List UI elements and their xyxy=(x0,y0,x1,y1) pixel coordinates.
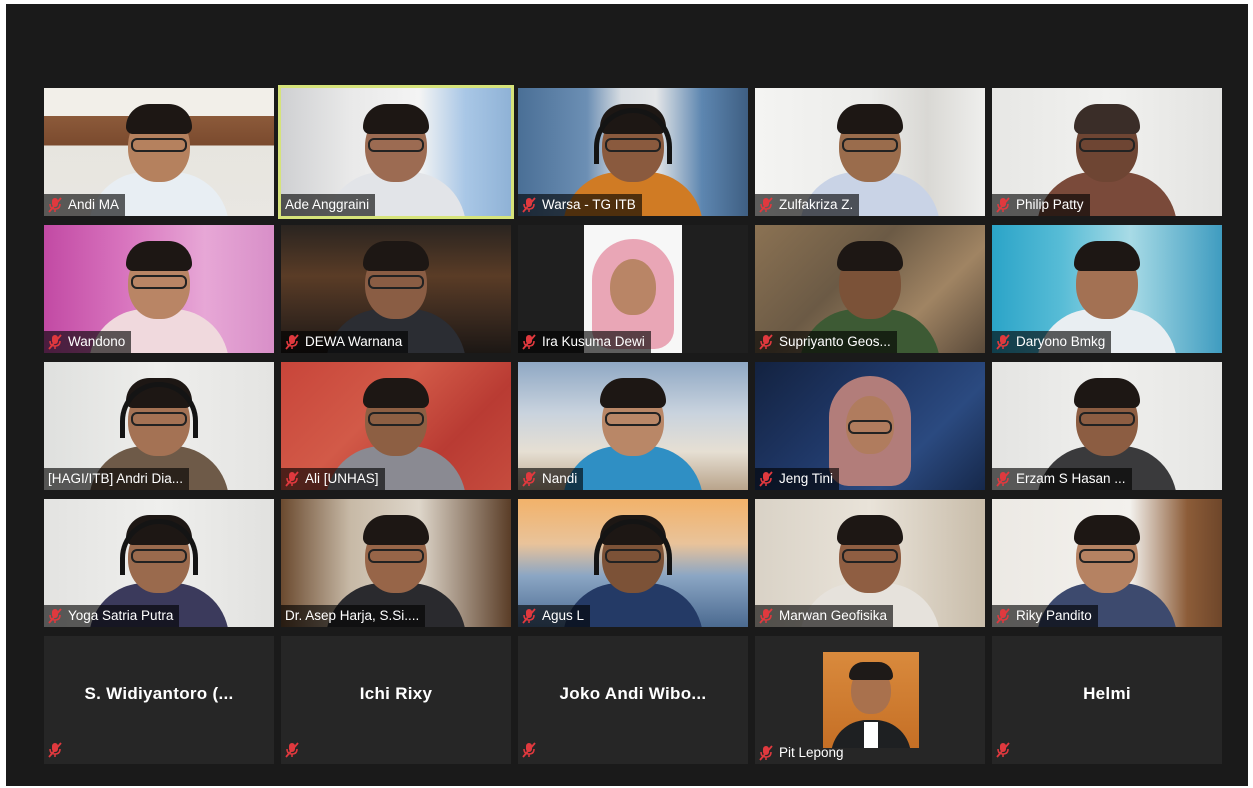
participant-name-tag: Nandi xyxy=(518,468,584,490)
participant-name: Wandono xyxy=(68,334,126,349)
participant-name-tag: Pit Lepong xyxy=(755,742,850,764)
participant-name-tag: Ali [UNHAS] xyxy=(281,468,385,490)
participant-tile-video-off[interactable]: S. Widiyantoro (... xyxy=(44,636,274,764)
microphone-muted-icon xyxy=(48,742,62,758)
participant-name-tag: Zulfakriza Z. xyxy=(755,194,860,216)
participant-tile[interactable]: Wandono xyxy=(44,225,274,353)
participant-name: Erzam S Hasan ... xyxy=(1016,471,1126,486)
avatar xyxy=(823,652,919,748)
microphone-muted-icon xyxy=(759,608,773,624)
participant-tile[interactable]: Warsa - TG ITB xyxy=(518,88,748,216)
participant-name-tag: Ira Kusuma Dewi xyxy=(518,331,651,353)
participant-name: Daryono Bmkg xyxy=(1016,334,1106,349)
participant-tile[interactable]: Agus L xyxy=(518,499,748,627)
microphone-muted-icon xyxy=(996,742,1010,758)
participant-name-tag: [HAGI/ITB] Andri Dia... xyxy=(44,468,190,490)
microphone-muted-icon xyxy=(48,608,62,624)
participant-tile[interactable]: Daryono Bmkg xyxy=(992,225,1222,353)
microphone-muted-icon xyxy=(996,608,1010,624)
participant-name: Warsa - TG ITB xyxy=(542,197,636,212)
participant-name-tag: Jeng Tini xyxy=(755,468,840,490)
participant-name: Supriyanto Geos... xyxy=(779,334,891,349)
participant-tile[interactable]: Philip Patty xyxy=(992,88,1222,216)
participant-name: S. Widiyantoro (... xyxy=(84,684,234,703)
microphone-muted-icon xyxy=(996,471,1010,487)
participant-name-tag: Andi MA xyxy=(44,194,126,216)
microphone-muted-icon xyxy=(48,334,62,350)
participant-tile[interactable]: Ali [UNHAS] xyxy=(281,362,511,490)
participant-name: Dr. Asep Harja, S.Si.... xyxy=(285,608,420,623)
participant-name: Riky Pandito xyxy=(1016,608,1092,623)
participant-name: Nandi xyxy=(542,471,578,486)
participant-tile-active-speaker[interactable]: Ade Anggraini xyxy=(278,85,514,219)
microphone-muted-icon xyxy=(522,608,536,624)
participant-name: Ichi Rixy xyxy=(359,684,433,703)
participant-name-tag: Philip Patty xyxy=(992,194,1090,216)
participant-name-tag: Agus L xyxy=(518,605,591,627)
participant-tile[interactable]: Zulfakriza Z. xyxy=(755,88,985,216)
participant-tile[interactable]: [HAGI/ITB] Andri Dia... xyxy=(44,362,274,490)
participant-name: Ade Anggraini xyxy=(285,197,370,212)
participant-name: Zulfakriza Z. xyxy=(779,197,854,212)
microphone-muted-icon xyxy=(759,334,773,350)
participant-name-tag: Wandono xyxy=(44,331,132,353)
microphone-muted-icon xyxy=(996,197,1010,213)
participant-name: Joko Andi Wibo... xyxy=(559,684,707,703)
participant-name-tag: Daryono Bmkg xyxy=(992,331,1112,353)
participant-name: Agus L xyxy=(542,608,585,623)
participant-name: DEWA Warnana xyxy=(305,334,403,349)
participant-name-tag: Warsa - TG ITB xyxy=(518,194,642,216)
participant-name-tag: DEWA Warnana xyxy=(281,331,409,353)
participant-name: Ali [UNHAS] xyxy=(305,471,379,486)
participant-name-tag: Dr. Asep Harja, S.Si.... xyxy=(281,605,426,627)
participant-tile[interactable]: Erzam S Hasan ... xyxy=(992,362,1222,490)
participant-name: Philip Patty xyxy=(1016,197,1084,212)
participant-tile[interactable]: Jeng Tini xyxy=(755,362,985,490)
participant-tile[interactable]: Andi MA xyxy=(44,88,274,216)
participant-name: Jeng Tini xyxy=(779,471,834,486)
participant-name: Ira Kusuma Dewi xyxy=(542,334,645,349)
microphone-muted-icon xyxy=(759,197,773,213)
microphone-muted-icon xyxy=(759,471,773,487)
microphone-muted-icon xyxy=(996,334,1010,350)
participant-tile[interactable]: Dr. Asep Harja, S.Si.... xyxy=(281,499,511,627)
participant-tile[interactable]: Ira Kusuma Dewi xyxy=(518,225,748,353)
participant-name: [HAGI/ITB] Andri Dia... xyxy=(48,471,184,486)
microphone-muted-icon xyxy=(522,197,536,213)
microphone-muted-icon xyxy=(522,471,536,487)
participant-tile-video-off[interactable]: Joko Andi Wibo... xyxy=(518,636,748,764)
participant-name-tag: Yoga Satria Putra xyxy=(44,605,180,627)
participant-name: Helmi xyxy=(1083,684,1131,703)
participant-tile[interactable]: Riky Pandito xyxy=(992,499,1222,627)
participant-name-tag: Marwan Geofisika xyxy=(755,605,894,627)
meeting-gallery-view: Andi MA Ade Anggraini Warsa - TG ITB Zul… xyxy=(6,4,1248,786)
participant-name: Pit Lepong xyxy=(779,745,844,760)
participant-tile[interactable]: Supriyanto Geos... xyxy=(755,225,985,353)
participant-tile-video-off[interactable]: Ichi Rixy xyxy=(281,636,511,764)
participant-name-tag: Supriyanto Geos... xyxy=(755,331,897,353)
participant-tile-video-off[interactable]: Helmi xyxy=(992,636,1222,764)
participant-name-tag: Riky Pandito xyxy=(992,605,1098,627)
participant-tile[interactable]: DEWA Warnana xyxy=(281,225,511,353)
participant-name-tag: Erzam S Hasan ... xyxy=(992,468,1132,490)
participant-name: Andi MA xyxy=(68,197,120,212)
participant-name: Marwan Geofisika xyxy=(779,608,888,623)
microphone-muted-icon xyxy=(285,742,299,758)
participant-name-tag: Ade Anggraini xyxy=(281,194,376,216)
microphone-muted-icon xyxy=(48,197,62,213)
microphone-muted-icon xyxy=(522,334,536,350)
participant-name: Yoga Satria Putra xyxy=(68,608,174,623)
microphone-muted-icon xyxy=(285,334,299,350)
microphone-muted-icon xyxy=(285,471,299,487)
participant-tile[interactable]: Marwan Geofisika xyxy=(755,499,985,627)
participant-tile[interactable]: Yoga Satria Putra xyxy=(44,499,274,627)
microphone-muted-icon xyxy=(522,742,536,758)
microphone-muted-icon xyxy=(759,745,773,761)
participant-tile-profile-picture[interactable]: Pit Lepong xyxy=(755,636,985,764)
participant-tile[interactable]: Nandi xyxy=(518,362,748,490)
